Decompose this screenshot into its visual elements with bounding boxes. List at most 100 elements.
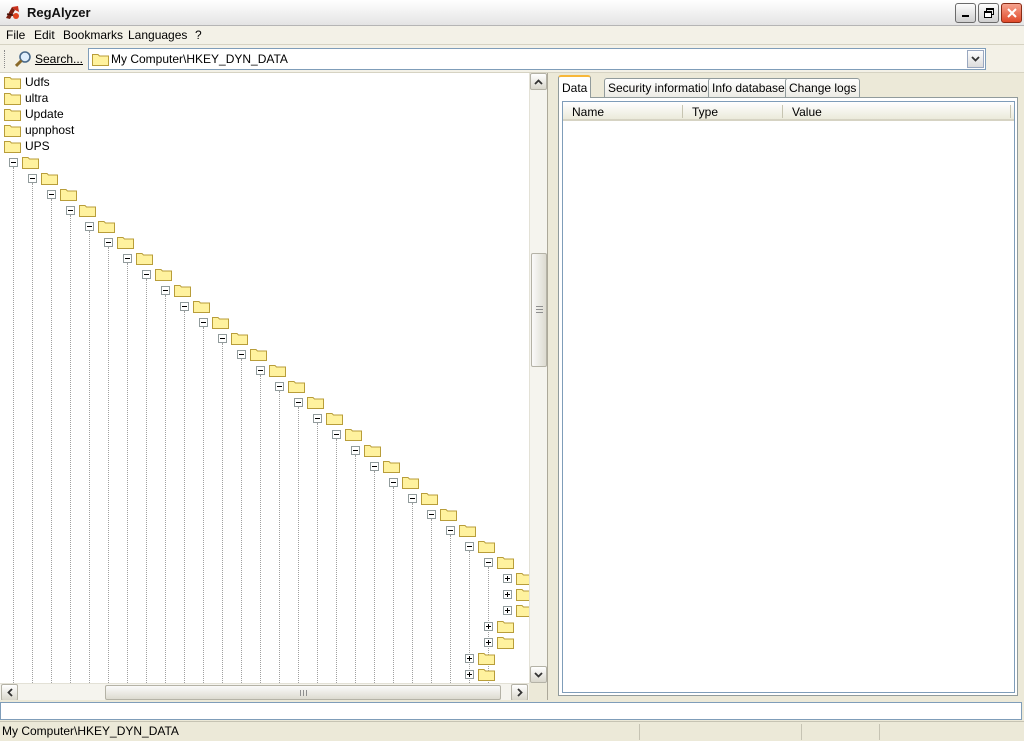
expand-plus-icon[interactable] bbox=[465, 670, 474, 679]
tree-node[interactable] bbox=[516, 602, 529, 618]
scroll-right-button[interactable] bbox=[511, 684, 528, 700]
collapse-minus-icon[interactable] bbox=[484, 558, 493, 567]
tree-node[interactable]: ultra bbox=[4, 90, 48, 106]
tree-node[interactable] bbox=[516, 570, 529, 586]
toolbar-grip[interactable] bbox=[4, 50, 7, 68]
expand-plus-icon[interactable] bbox=[484, 638, 493, 647]
expand-plus-icon[interactable] bbox=[503, 574, 512, 583]
tree-node[interactable] bbox=[478, 666, 495, 682]
tree-node[interactable] bbox=[193, 298, 210, 314]
collapse-minus-icon[interactable] bbox=[9, 158, 18, 167]
column-name[interactable]: Name bbox=[572, 105, 604, 119]
column-separator[interactable] bbox=[682, 105, 683, 118]
scroll-up-button[interactable] bbox=[530, 73, 547, 90]
value-edit-field[interactable] bbox=[0, 702, 1022, 720]
expand-plus-icon[interactable] bbox=[503, 606, 512, 615]
collapse-minus-icon[interactable] bbox=[142, 270, 151, 279]
collapse-minus-icon[interactable] bbox=[199, 318, 208, 327]
collapse-minus-icon[interactable] bbox=[85, 222, 94, 231]
tree-node[interactable]: UPS bbox=[4, 138, 50, 154]
collapse-minus-icon[interactable] bbox=[28, 174, 37, 183]
tree-node[interactable]: upnphost bbox=[4, 122, 74, 138]
collapse-minus-icon[interactable] bbox=[446, 526, 455, 535]
expand-plus-icon[interactable] bbox=[503, 590, 512, 599]
collapse-minus-icon[interactable] bbox=[161, 286, 170, 295]
expand-plus-icon[interactable] bbox=[465, 654, 474, 663]
column-value[interactable]: Value bbox=[792, 105, 822, 119]
tree-node[interactable] bbox=[288, 378, 305, 394]
tree-node[interactable] bbox=[41, 170, 58, 186]
scroll-down-button[interactable] bbox=[530, 666, 547, 683]
tab-change-logs[interactable]: Change logs bbox=[785, 78, 861, 97]
search-button[interactable]: Search... bbox=[13, 48, 83, 70]
collapse-minus-icon[interactable] bbox=[237, 350, 246, 359]
tree-node[interactable]: Update bbox=[4, 106, 64, 122]
tree-node[interactable] bbox=[497, 634, 514, 650]
collapse-minus-icon[interactable] bbox=[408, 494, 417, 503]
tree-node[interactable] bbox=[174, 282, 191, 298]
menu-languages[interactable]: Languages bbox=[128, 28, 187, 42]
collapse-minus-icon[interactable] bbox=[389, 478, 398, 487]
collapse-minus-icon[interactable] bbox=[218, 334, 227, 343]
values-list-view[interactable]: Name Type Value bbox=[562, 101, 1015, 693]
tab-security-information[interactable]: Security information bbox=[604, 78, 719, 97]
collapse-minus-icon[interactable] bbox=[256, 366, 265, 375]
tree-node[interactable] bbox=[478, 538, 495, 554]
menu-help[interactable]: ? bbox=[195, 28, 202, 42]
tree-node[interactable] bbox=[497, 554, 514, 570]
column-separator[interactable] bbox=[1010, 105, 1011, 118]
tree-node[interactable] bbox=[231, 330, 248, 346]
collapse-minus-icon[interactable] bbox=[294, 398, 303, 407]
menu-bookmarks[interactable]: Bookmarks bbox=[63, 28, 123, 42]
tree-node[interactable] bbox=[402, 474, 419, 490]
tree-horizontal-scrollbar[interactable] bbox=[0, 683, 529, 700]
tree-node[interactable] bbox=[250, 346, 267, 362]
tree-node[interactable] bbox=[98, 218, 115, 234]
column-type[interactable]: Type bbox=[692, 105, 718, 119]
tree-node[interactable] bbox=[22, 154, 39, 170]
tree-node[interactable] bbox=[79, 202, 96, 218]
registry-tree[interactable]: Udfs ultra Update upnphost UPS bbox=[0, 73, 529, 683]
tree-node[interactable] bbox=[307, 394, 324, 410]
tree-node[interactable]: Udfs bbox=[4, 74, 50, 90]
tree-node[interactable] bbox=[459, 522, 476, 538]
tree-node[interactable] bbox=[421, 490, 438, 506]
tree-node[interactable] bbox=[155, 266, 172, 282]
menu-file[interactable]: File bbox=[6, 28, 25, 42]
collapse-minus-icon[interactable] bbox=[351, 446, 360, 455]
minimize-button[interactable] bbox=[955, 3, 976, 23]
collapse-minus-icon[interactable] bbox=[180, 302, 189, 311]
tab-info-database[interactable]: Info database bbox=[708, 78, 789, 97]
tree-vertical-scrollbar[interactable] bbox=[529, 73, 547, 683]
tree-node[interactable] bbox=[269, 362, 286, 378]
tree-node[interactable] bbox=[345, 426, 362, 442]
tree-node[interactable] bbox=[440, 506, 457, 522]
scroll-left-button[interactable] bbox=[1, 684, 18, 700]
tab-data[interactable]: Data bbox=[558, 75, 592, 98]
collapse-minus-icon[interactable] bbox=[370, 462, 379, 471]
tree-node[interactable] bbox=[497, 618, 514, 634]
collapse-minus-icon[interactable] bbox=[66, 206, 75, 215]
restore-button[interactable] bbox=[978, 3, 999, 23]
collapse-minus-icon[interactable] bbox=[313, 414, 322, 423]
horizontal-scroll-thumb[interactable] bbox=[105, 685, 501, 700]
close-button[interactable] bbox=[1001, 3, 1022, 23]
tree-node[interactable] bbox=[60, 186, 77, 202]
tree-node[interactable] bbox=[212, 314, 229, 330]
tree-node[interactable] bbox=[326, 410, 343, 426]
vertical-scroll-thumb[interactable] bbox=[531, 253, 547, 367]
collapse-minus-icon[interactable] bbox=[47, 190, 56, 199]
expand-plus-icon[interactable] bbox=[484, 622, 493, 631]
tree-node[interactable] bbox=[117, 234, 134, 250]
address-dropdown-button[interactable] bbox=[967, 50, 984, 68]
collapse-minus-icon[interactable] bbox=[332, 430, 341, 439]
tree-node[interactable] bbox=[364, 442, 381, 458]
tree-node[interactable] bbox=[516, 586, 529, 602]
collapse-minus-icon[interactable] bbox=[123, 254, 132, 263]
column-separator[interactable] bbox=[782, 105, 783, 118]
collapse-minus-icon[interactable] bbox=[275, 382, 284, 391]
collapse-minus-icon[interactable] bbox=[427, 510, 436, 519]
collapse-minus-icon[interactable] bbox=[465, 542, 474, 551]
collapse-minus-icon[interactable] bbox=[104, 238, 113, 247]
address-combobox[interactable]: My Computer\HKEY_DYN_DATA bbox=[88, 48, 986, 70]
